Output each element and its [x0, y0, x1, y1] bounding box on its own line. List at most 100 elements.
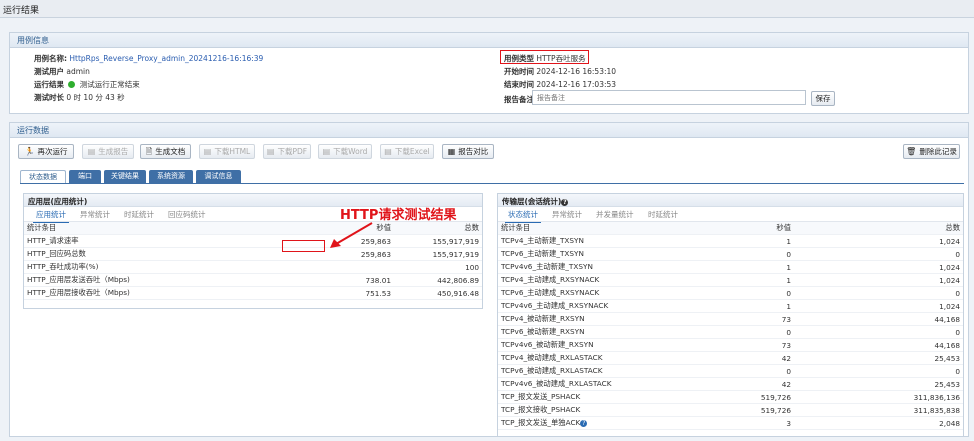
- table-row: HTTP_回应码总数 259,863 155,917,919: [24, 247, 482, 261]
- cell-text: 442,806.89: [437, 275, 479, 285]
- report-note-input[interactable]: [532, 90, 806, 105]
- download-icon: ▤: [203, 147, 212, 156]
- stat-rate-cell: 1: [698, 299, 794, 313]
- end-time-value: 2024-12-16 17:03:53: [536, 80, 617, 89]
- stat-rate-cell: 0: [698, 286, 794, 300]
- transport-layer-title-row: 传输层(会话统计)?: [498, 194, 963, 207]
- cell-text: 0: [786, 288, 791, 298]
- start-time-value: 2024-12-16 16:53:10: [536, 67, 617, 76]
- stat-rate-cell: 42: [698, 351, 794, 365]
- stat-name-cell: TCPv6_主动建成_RXSYNACK: [498, 286, 698, 300]
- stat-rate-cell: 1: [698, 234, 794, 248]
- transport-stats-table: 统计条目 秒值 总数 TCPv4_主动新建_TXSYN 1 1,024 TCPv6_主动新建…: [498, 221, 963, 430]
- subtab-app-stats[interactable]: 应用统计: [33, 209, 69, 223]
- case-name-value[interactable]: HttpRps_Reverse_Proxy_admin_20241216-16:…: [69, 54, 263, 63]
- stat-total-cell: 1,024: [794, 234, 963, 248]
- delete-record-button[interactable]: 🗑 删除此记录: [903, 144, 960, 159]
- download-excel-button[interactable]: ▤ 下载Excel: [380, 144, 434, 159]
- table-row: TCPv4_被动建成_RXLASTACK 42 25,453: [498, 351, 963, 365]
- cell-text: 42: [781, 353, 791, 363]
- save-note-button[interactable]: 保存: [811, 91, 835, 106]
- help-icon[interactable]: ?: [561, 199, 569, 206]
- tab-ports[interactable]: 端口: [69, 170, 101, 183]
- tab-system-resources[interactable]: 系统资源: [149, 170, 193, 183]
- stat-total-cell: 155,917,919: [394, 234, 482, 248]
- table-row: TCPv6_主动建成_RXSYNACK 0 0: [498, 286, 963, 300]
- cell-text: TCP_报文接收_PSHACK: [501, 405, 581, 414]
- stat-name-cell: TCPv4_被动新建_RXSYN: [498, 312, 698, 326]
- end-time-row: 结束时间 2024-12-16 17:03:53: [504, 79, 616, 90]
- stat-total-cell: 25,453: [794, 351, 963, 365]
- download-icon: ▤: [322, 147, 331, 156]
- cell-text: TCP_报文发送_PSHACK: [501, 392, 581, 401]
- cell-text: 155,917,919: [432, 236, 479, 246]
- table-row: TCPv6_被动建成_RXLASTACK 0 0: [498, 364, 963, 378]
- stat-rate-cell: 1: [698, 260, 794, 274]
- download-pdf-button[interactable]: ▤ 下载PDF: [263, 144, 311, 159]
- generate-report-button[interactable]: ▤ 生成报告: [82, 144, 134, 159]
- cell-text: 73: [781, 314, 791, 324]
- cell-text: 738.01: [365, 275, 391, 285]
- cell-text: 44,168: [934, 314, 960, 324]
- stat-name-cell: TCPv4v6_主动新建_TXSYN: [498, 260, 698, 274]
- compare-report-button[interactable]: ▦ 报告对比: [442, 144, 494, 159]
- subtab-transport-errors[interactable]: 异常统计: [552, 209, 582, 220]
- stat-rate-cell: 519,726: [698, 403, 794, 417]
- cell-text: 25,453: [934, 353, 960, 363]
- tab-key-results[interactable]: 关键结果: [104, 170, 146, 183]
- download-pdf-label: 下载PDF: [277, 147, 308, 156]
- subtab-transport-latency[interactable]: 时延统计: [648, 209, 678, 220]
- download-word-button[interactable]: ▤ 下载Word: [318, 144, 372, 159]
- subtab-state-stats[interactable]: 状态统计: [505, 209, 541, 223]
- annotation-arrow-icon: [330, 222, 373, 248]
- cell-text: 1,024: [939, 301, 960, 311]
- stat-total-cell: 2,048: [794, 416, 963, 430]
- stat-name-cell: HTTP_吞吐成功率(%): [24, 260, 294, 274]
- cell-text: TCPv4_主动建成_RXSYNACK: [501, 275, 600, 284]
- case-name-label: 用例名称:: [34, 54, 67, 63]
- table-header-row: 统计条目 秒值 总数: [498, 221, 963, 235]
- stat-name-cell: TCPv4_主动建成_RXSYNACK: [498, 273, 698, 287]
- generate-doc-button[interactable]: 🗎 生成文档: [140, 144, 191, 159]
- rerun-button[interactable]: 🏃 再次运行: [18, 144, 74, 159]
- cell-text: TCPv4v6_主动建成_RXSYNACK: [501, 301, 609, 310]
- cell-text: 311,836,136: [913, 392, 960, 402]
- cell-text: 1: [786, 236, 791, 246]
- table-row: TCPv4_主动建成_RXSYNACK 1 1,024: [498, 273, 963, 287]
- case-type-value: HTTP吞吐服务: [536, 54, 586, 63]
- cell-text: HTTP_请求速率: [27, 236, 79, 245]
- cell-text: 751.53: [365, 288, 391, 298]
- tab-debug-info[interactable]: 调试信息: [196, 170, 241, 183]
- generate-report-label: 生成报告: [98, 147, 129, 156]
- cell-text: TCPv6_主动新建_TXSYN: [501, 249, 584, 258]
- start-time-row: 开始时间 2024-12-16 16:53:10: [504, 66, 616, 77]
- stat-total-cell: 0: [794, 286, 963, 300]
- tab-status-data[interactable]: 状态数据: [20, 170, 66, 183]
- case-type-row: 用例类型 HTTP吞吐服务: [504, 53, 586, 64]
- stat-total-cell: 311,835,838: [794, 403, 963, 417]
- stat-total-cell: 1,024: [794, 273, 963, 287]
- stat-total-cell: 311,836,136: [794, 390, 963, 404]
- download-html-button[interactable]: ▤ 下载HTML: [199, 144, 255, 159]
- cell-text: TCPv4v6_被动建成_RXLASTACK: [501, 379, 612, 388]
- app-stats-table: 统计条目 秒值 总数 HTTP_请求速率 259,863 155,917,919 HTTP_…: [24, 221, 482, 300]
- subtab-app-latency[interactable]: 时延统计: [124, 209, 154, 220]
- help-icon[interactable]: ?: [580, 420, 588, 427]
- cell-text: 0: [955, 288, 960, 298]
- subtab-app-errors[interactable]: 异常统计: [80, 209, 110, 220]
- stat-name-cell: HTTP_回应码总数: [24, 247, 294, 261]
- subtab-concurrency[interactable]: 并发量统计: [596, 209, 634, 220]
- case-result-row: 运行结果 测试运行正常结束: [34, 79, 140, 90]
- stat-name-cell: TCP_报文接收_PSHACK: [498, 403, 698, 417]
- cell-text: 519,726: [760, 392, 791, 402]
- stat-name-cell: TCPv4v6_被动建成_RXLASTACK: [498, 377, 698, 391]
- subtab-app-response-codes[interactable]: 回应码统计: [168, 209, 206, 220]
- cell-text: 100: [465, 262, 479, 272]
- case-duration-row: 测试时长 0 时 10 分 43 秒: [34, 92, 125, 103]
- stat-name-cell: TCPv4v6_被动新建_RXSYN: [498, 338, 698, 352]
- case-type-label: 用例类型: [504, 54, 534, 63]
- stat-name-cell: TCPv6_主动新建_TXSYN: [498, 247, 698, 261]
- stat-name-cell: HTTP_应用层发送吞吐（Mbps): [24, 273, 294, 287]
- download-excel-label: 下载Excel: [394, 147, 430, 156]
- case-duration-value: 0 时 10 分 43 秒: [66, 93, 125, 102]
